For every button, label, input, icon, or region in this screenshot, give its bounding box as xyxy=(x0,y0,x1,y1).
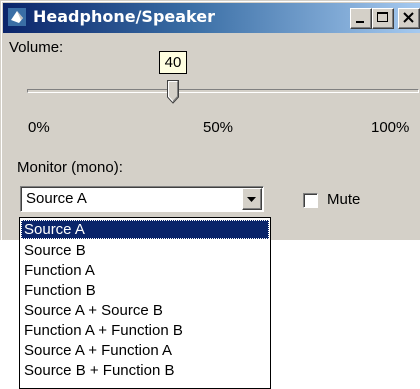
speaker-app-icon xyxy=(8,8,26,26)
monitor-option[interactable]: Source A xyxy=(21,220,269,239)
monitor-option[interactable]: Function B xyxy=(21,281,269,300)
minimize-icon xyxy=(356,21,364,23)
volume-mid-tick-label: 50% xyxy=(203,119,234,136)
monitor-label: Monitor (mono): xyxy=(17,159,123,176)
monitor-option[interactable]: Source B + Function B xyxy=(21,361,269,380)
volume-slider-thumb[interactable] xyxy=(167,80,179,104)
monitor-option[interactable]: Source B xyxy=(21,241,269,260)
close-button[interactable] xyxy=(398,8,420,29)
headphone-speaker-window: Headphone/Speaker Volume: 40 0% 50% 100%… xyxy=(0,0,420,240)
close-icon xyxy=(403,12,414,23)
dropdown-arrow-icon xyxy=(247,197,256,202)
volume-max-tick-label: 100% xyxy=(371,119,410,136)
volume-value-tooltip: 40 xyxy=(159,51,187,74)
minimize-button[interactable] xyxy=(350,8,372,29)
mute-checkbox[interactable] xyxy=(303,193,318,208)
volume-slider-track[interactable] xyxy=(27,89,419,93)
volume-min-tick-label: 0% xyxy=(28,119,50,136)
monitor-option[interactable]: Source A + Function A xyxy=(21,341,269,360)
maximize-button[interactable] xyxy=(372,8,394,29)
monitor-select[interactable]: Source A xyxy=(20,186,264,212)
mute-label[interactable]: Mute xyxy=(327,191,360,208)
monitor-selected-value: Source A xyxy=(26,190,87,207)
monitor-options-list: Source A Source B Function A Function B … xyxy=(19,217,271,389)
window-title: Headphone/Speaker xyxy=(33,7,215,26)
volume-label: Volume: xyxy=(9,39,64,56)
monitor-dropdown-button[interactable] xyxy=(242,188,262,210)
monitor-option[interactable]: Source A + Source B xyxy=(21,301,269,320)
maximize-icon xyxy=(377,12,388,22)
monitor-option[interactable]: Function A xyxy=(21,261,269,280)
monitor-option[interactable]: Function A + Function B xyxy=(21,321,269,340)
title-bar[interactable]: Headphone/Speaker xyxy=(3,3,420,33)
